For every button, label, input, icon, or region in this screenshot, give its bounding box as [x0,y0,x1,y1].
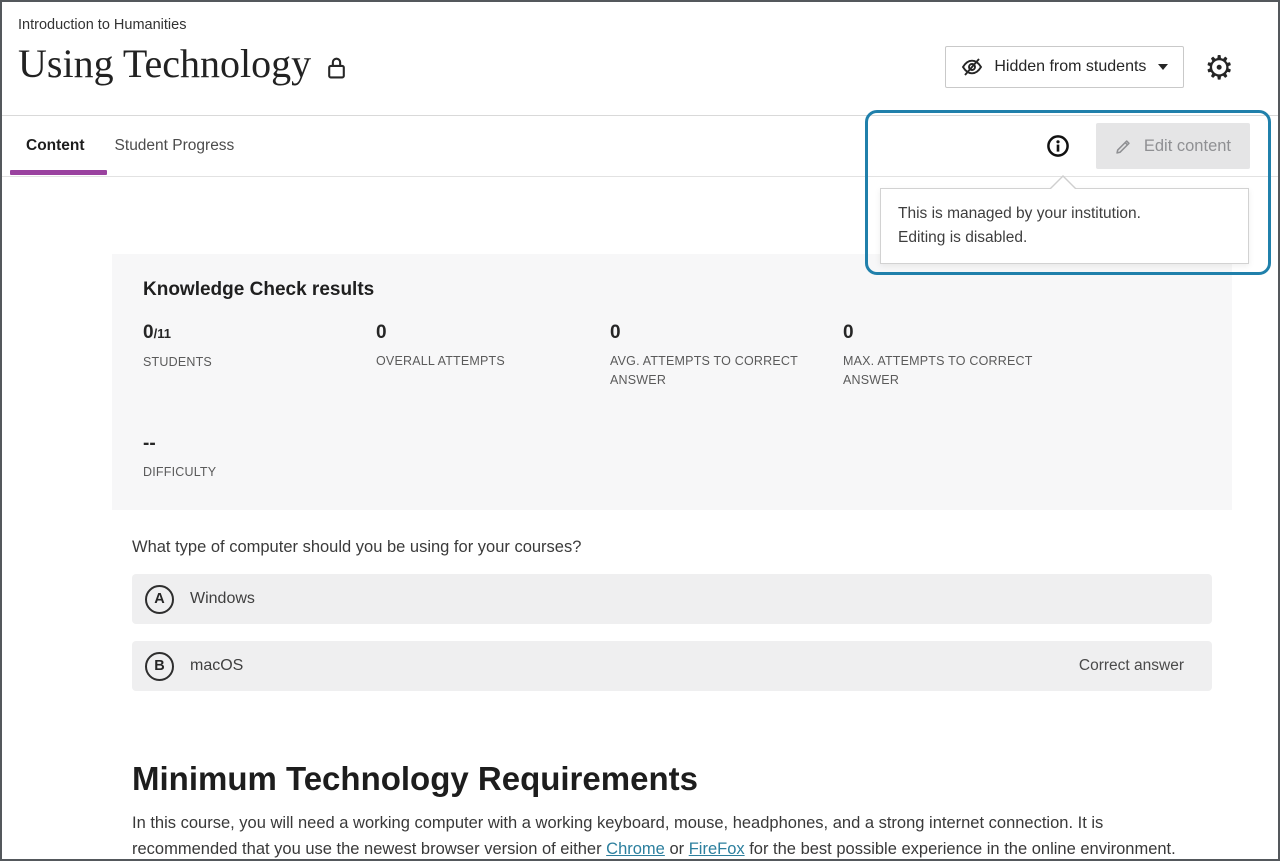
course-content-page: Introduction to Humanities Using Technol… [0,0,1280,861]
article-heading: Minimum Technology Requirements [132,760,1278,798]
pencil-icon [1115,137,1133,155]
stat-overall-attempts: 0 OVERALL ATTEMPTS [376,322,581,391]
paragraph-text: or [665,840,689,858]
stat-value: -- [143,433,348,455]
tab-controls: Edit content [1046,116,1250,176]
stat-label: MAX. ATTEMPTS TO CORRECT ANSWER [843,352,1048,391]
correct-answer-note: Correct answer [1079,657,1184,675]
answer-options: A Windows B macOS Correct answer [132,574,1212,691]
title-row: Using Technology [18,40,347,88]
breadcrumb[interactable]: Introduction to Humanities [18,17,186,33]
option-letter-badge: B [145,652,174,681]
option-row-a: A Windows [132,574,1212,624]
lock-icon [326,55,347,80]
stat-value: 0 [610,322,815,344]
stat-max-attempts: 0 MAX. ATTEMPTS TO CORRECT ANSWER [843,322,1048,391]
gear-icon[interactable]: ⚙ [1204,51,1234,84]
option-letter-badge: A [145,585,174,614]
stat-suffix: /11 [154,326,171,341]
stat-value: 0 [376,322,581,344]
paragraph-text: for the best possible experience in the … [745,840,1176,858]
knowledge-check-card: Knowledge Check results 0/11 STUDENTS 0 … [112,254,1232,510]
question-text: What type of computer should you be usin… [132,538,1278,557]
article-paragraph: In this course, you will need a working … [132,810,1195,861]
stat-label: AVG. ATTEMPTS TO CORRECT ANSWER [610,352,815,391]
visibility-label: Hidden from students [994,58,1146,76]
option-label: Windows [190,590,255,608]
main-content: Knowledge Check results 0/11 STUDENTS 0 … [2,254,1278,861]
stats-grid: 0/11 STUDENTS 0 OVERALL ATTEMPTS 0 AVG. … [143,322,1202,482]
firefox-link[interactable]: FireFox [689,840,745,858]
option-label: macOS [190,657,243,675]
option-row-b: B macOS Correct answer [132,641,1212,691]
tooltip-line-1: This is managed by your institution. [898,202,1231,226]
stat-avg-attempts: 0 AVG. ATTEMPTS TO CORRECT ANSWER [610,322,815,391]
page-title: Using Technology [18,40,311,88]
edit-content-button[interactable]: Edit content [1096,123,1250,169]
tab-content[interactable]: Content [26,137,85,155]
stat-students: 0/11 STUDENTS [143,322,348,391]
eye-slash-icon [961,56,983,78]
visibility-dropdown-button[interactable]: Hidden from students [945,46,1184,88]
stat-label: STUDENTS [143,353,348,372]
edit-content-label: Edit content [1144,137,1231,156]
institution-tooltip: This is managed by your institution. Edi… [880,188,1249,264]
chevron-down-icon [1158,64,1168,70]
stat-label: OVERALL ATTEMPTS [376,352,581,371]
stat-difficulty: -- DIFFICULTY [143,433,348,482]
header-controls: Hidden from students ⚙ [945,46,1234,88]
info-icon[interactable] [1046,134,1070,158]
stat-label: DIFFICULTY [143,463,348,482]
tab-student-progress[interactable]: Student Progress [115,137,235,155]
page-header: Introduction to Humanities Using Technol… [2,2,1278,116]
knowledge-check-title: Knowledge Check results [143,279,1202,301]
tooltip-line-2: Editing is disabled. [898,226,1231,250]
chrome-link[interactable]: Chrome [606,840,665,858]
active-tab-underline [10,170,107,175]
tab-bar: Content Student Progress Edit con [2,116,1278,177]
stat-value: 0 [143,322,154,343]
stat-value: 0 [843,322,1048,344]
